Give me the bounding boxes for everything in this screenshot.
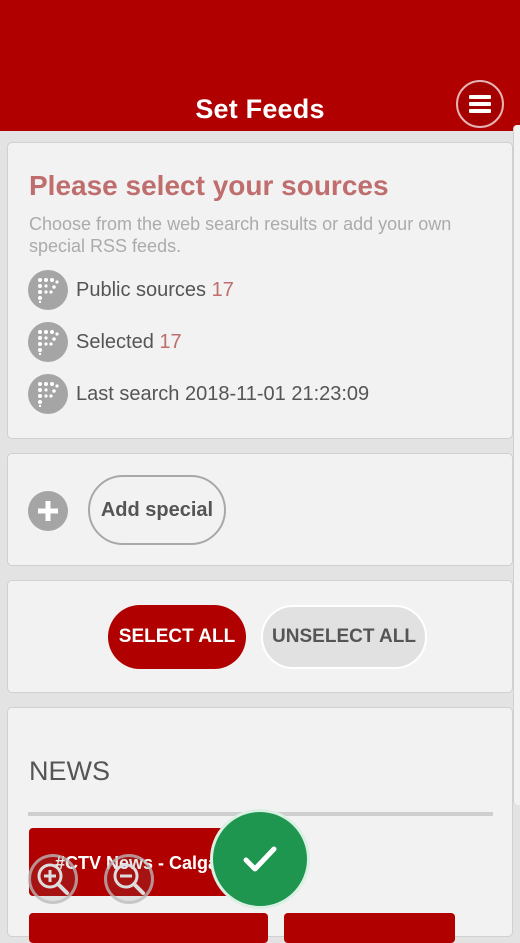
feed-chip[interactable] [284, 913, 455, 943]
dot-grid-icon [28, 322, 68, 362]
zoom-out-icon [113, 863, 145, 895]
unselect-all-button[interactable]: UNSELECT ALL [261, 605, 427, 669]
special-card: Add special [7, 453, 513, 566]
last-search-row: Last search 2018-11-01 21:23:09 [28, 374, 369, 414]
last-search-value: 2018-11-01 21:23:09 [184, 382, 370, 405]
public-sources-count: 17 [211, 278, 234, 301]
last-search-label: Last search [76, 382, 180, 405]
side-drawer-handle[interactable] [513, 125, 520, 805]
selected-sources-count: 17 [159, 330, 182, 353]
sources-card: Please select your sources Choose from t… [7, 142, 513, 439]
page-title: Set Feeds [195, 94, 325, 124]
sources-title: Please select your sources [29, 170, 389, 201]
sources-subtitle: Choose from the web search results or ad… [29, 214, 452, 256]
confirm-button[interactable] [210, 809, 310, 909]
dot-grid-icon [28, 374, 68, 414]
zoom-in-icon [37, 863, 69, 895]
add-special-button[interactable]: Add special [88, 475, 226, 545]
hamburger-menu-icon [469, 92, 491, 116]
selected-sources-label: Selected [76, 330, 154, 353]
plus-circle-icon[interactable] [28, 491, 68, 531]
select-all-button[interactable]: SELECT ALL [108, 605, 246, 669]
checkmark-icon [243, 846, 277, 872]
news-section-title: NEWS [29, 756, 110, 786]
public-sources-row: Public sources 17 [28, 270, 234, 310]
selected-sources-row: Selected 17 [28, 322, 182, 362]
feed-chip[interactable] [29, 913, 268, 943]
dot-grid-icon [28, 270, 68, 310]
public-sources-label: Public sources [76, 278, 207, 301]
zoom-out-button[interactable] [104, 854, 154, 904]
menu-button[interactable] [456, 80, 504, 128]
zoom-in-button[interactable] [28, 854, 78, 904]
app-header: Set Feeds [0, 0, 520, 131]
selection-card: SELECT ALL UNSELECT ALL [7, 580, 513, 693]
